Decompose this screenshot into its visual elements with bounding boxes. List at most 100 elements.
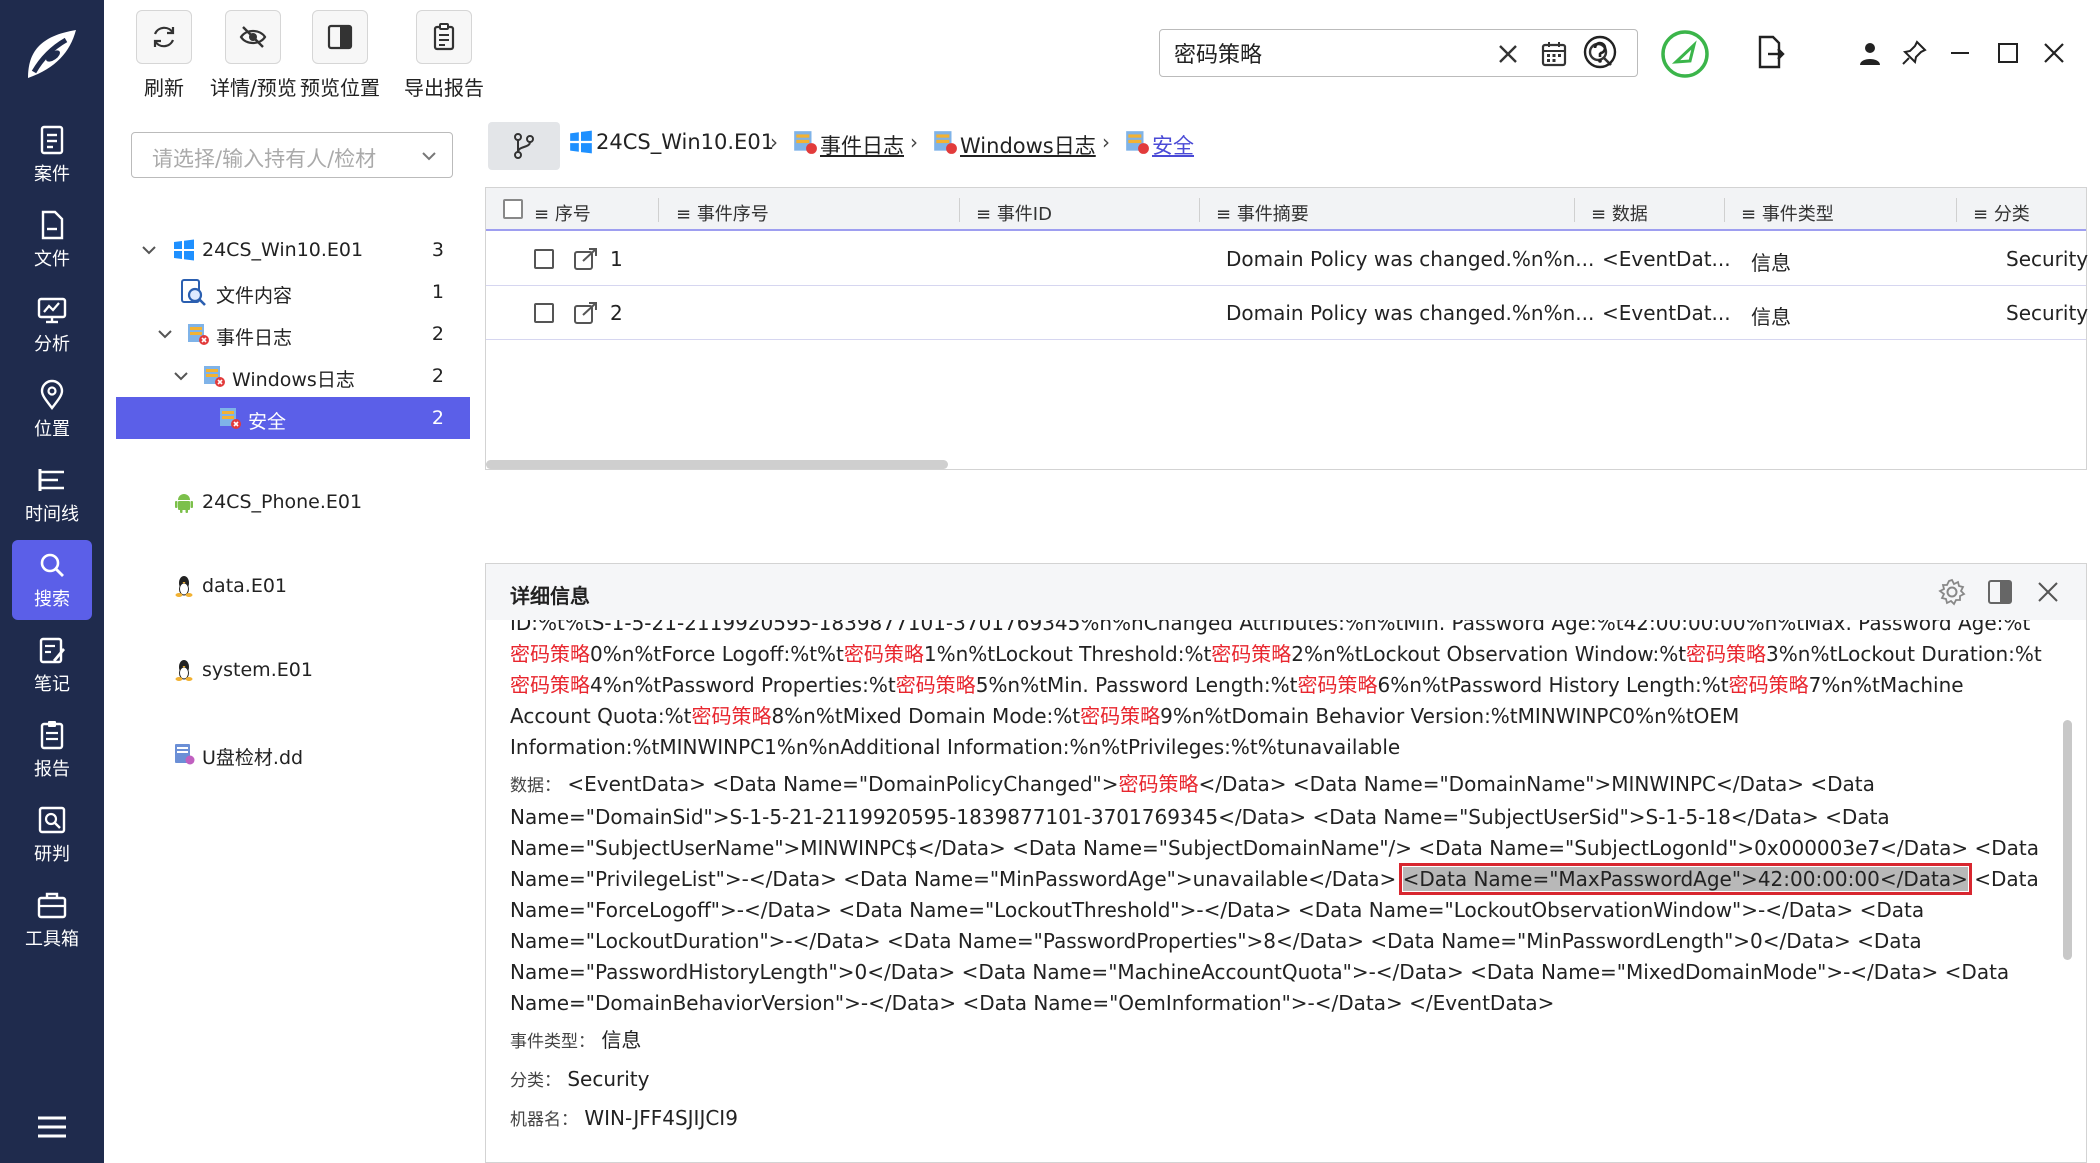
- detail-header: 详细信息: [486, 564, 2086, 620]
- row-checkbox[interactable]: [534, 303, 554, 323]
- tree-item-file-content[interactable]: 文件内容 1: [116, 271, 470, 313]
- table-row[interactable]: 2 Domain Policy was changed.%n%n... <Eve…: [486, 287, 2088, 340]
- column-divider[interactable]: [1956, 198, 1957, 222]
- export-file-icon[interactable]: [1752, 34, 1788, 70]
- detail-preview-label: 详情/预览: [210, 76, 297, 100]
- column-header[interactable]: ≡ 序号: [534, 200, 591, 226]
- column-header[interactable]: ≡ 事件ID: [976, 200, 1052, 226]
- user-icon[interactable]: [1856, 39, 1884, 67]
- nav-item-file[interactable]: 文件: [12, 200, 92, 280]
- tree-item-count: 2: [431, 365, 444, 387]
- row-data: <EventDat...: [1602, 247, 1731, 271]
- preview-position-button[interactable]: 预览位置: [300, 10, 380, 101]
- row-data: <EventDat...: [1602, 301, 1731, 325]
- row-index: 2: [610, 301, 623, 325]
- nav-item-judge[interactable]: 研判: [12, 795, 92, 875]
- close-icon[interactable]: [2034, 578, 2062, 606]
- panel-layout-icon[interactable]: [1986, 578, 2014, 606]
- nav-item-label: 工具箱: [25, 929, 79, 950]
- tree-item-usb-image[interactable]: U盘检材.dd: [116, 733, 470, 775]
- detail-preview-button[interactable]: 详情/预览: [210, 10, 297, 101]
- maximize-icon[interactable]: [1994, 39, 2022, 67]
- open-external-icon[interactable]: [572, 299, 600, 327]
- row-summary: Domain Policy was changed.%n%n...: [1226, 301, 1595, 325]
- judge-icon: [38, 806, 66, 834]
- chevron-down-icon[interactable]: [140, 241, 158, 259]
- vertical-scrollbar[interactable]: [2063, 720, 2072, 960]
- report-icon: [40, 721, 64, 750]
- tree-item-system[interactable]: system.E01: [116, 649, 470, 691]
- nav-item-toolbox[interactable]: 工具箱: [12, 880, 92, 960]
- export-report-button[interactable]: 导出报告: [404, 10, 484, 101]
- hamburger-menu-icon[interactable]: [36, 1115, 68, 1139]
- column-header[interactable]: ≡ 事件序号: [676, 200, 769, 226]
- tree-item-24cs-phone[interactable]: 24CS_Phone.E01: [116, 481, 470, 523]
- refresh-button[interactable]: 刷新: [136, 10, 192, 101]
- row-category: Security: [2006, 247, 2089, 271]
- refresh-label: 刷新: [144, 76, 184, 100]
- horizontal-scrollbar[interactable]: [486, 460, 948, 469]
- row-type: 信息: [1751, 251, 1791, 275]
- nav-item-location[interactable]: 位置: [12, 370, 92, 450]
- nav-item-report[interactable]: 报告: [12, 710, 92, 790]
- row-checkbox[interactable]: [534, 249, 554, 269]
- category-field: 分类： Security: [510, 1067, 650, 1091]
- branch-toggle-button[interactable]: [488, 122, 560, 170]
- nav-item-case[interactable]: 案件: [12, 115, 92, 195]
- chevron-down-icon[interactable]: [172, 367, 190, 385]
- event-type-field: 事件类型： 信息: [510, 1028, 642, 1052]
- nav-item-label: 分析: [34, 334, 70, 355]
- column-header[interactable]: ≡ 分类: [1973, 200, 2030, 226]
- breadcrumb-item[interactable]: 安全: [1152, 130, 1194, 160]
- clear-icon[interactable]: [1494, 40, 1522, 68]
- calendar-icon[interactable]: [1540, 40, 1568, 68]
- holder-select[interactable]: 请选择/输入持有人/检材: [131, 132, 453, 178]
- detail-scroll-area[interactable]: ID:%t%tS-1-5-21-2119920595-1839877101-37…: [486, 620, 2086, 1163]
- breadcrumb-separator: ›: [770, 130, 778, 154]
- tree-item-count: 3: [431, 239, 444, 261]
- minimize-icon[interactable]: [1946, 39, 1974, 67]
- tree-item-label: Windows日志: [232, 369, 355, 391]
- close-icon[interactable]: [2040, 39, 2068, 67]
- column-divider[interactable]: [1724, 198, 1725, 222]
- timeline-icon: [38, 469, 64, 491]
- column-divider[interactable]: [1199, 198, 1200, 222]
- breadcrumb-item[interactable]: Windows日志: [960, 130, 1096, 160]
- breadcrumb-separator: ›: [910, 130, 918, 154]
- help-icon[interactable]: [1582, 34, 1618, 70]
- nav-item-analysis[interactable]: 分析: [12, 285, 92, 365]
- pin-icon[interactable]: [1900, 39, 1928, 67]
- nav-item-label: 案件: [34, 164, 70, 185]
- search-input[interactable]: [1174, 38, 1494, 68]
- column-header[interactable]: ≡ 事件类型: [1741, 200, 1834, 226]
- refresh-icon: [153, 26, 175, 48]
- status-leaf-icon[interactable]: [1660, 29, 1710, 79]
- nav-item-label: 搜索: [34, 589, 70, 610]
- nav-item-label: 文件: [34, 249, 70, 270]
- nav-item-label: 位置: [34, 419, 70, 440]
- nav-item-timeline[interactable]: 时间线: [12, 455, 92, 535]
- breadcrumb-item[interactable]: 24CS_Win10.E01: [596, 130, 774, 154]
- column-divider[interactable]: [1574, 198, 1575, 222]
- tree-item-windows-log[interactable]: Windows日志 2: [116, 355, 470, 397]
- eye-off-icon: [240, 26, 267, 48]
- chevron-down-icon[interactable]: [156, 325, 174, 343]
- tree-item-event-log[interactable]: 事件日志 2: [116, 313, 470, 355]
- tree-item-data[interactable]: data.E01: [116, 565, 470, 607]
- column-header[interactable]: ≡ 数据: [1591, 200, 1648, 226]
- column-header[interactable]: ≡ 事件摘要: [1216, 200, 1309, 226]
- nav-item-note[interactable]: 笔记: [12, 625, 92, 705]
- tree-item-24cs-win10[interactable]: 24CS_Win10.E01 3: [116, 229, 470, 271]
- table-row[interactable]: 1 Domain Policy was changed.%n%n... <Eve…: [486, 233, 2089, 286]
- table-header: ≡ 序号 ≡ 事件序号 ≡ 事件ID ≡ 事件摘要 ≡ 数据 ≡ 事件类型 ≡ …: [486, 188, 2086, 231]
- tree-item-label: U盘检材.dd: [202, 747, 304, 769]
- breadcrumb-item[interactable]: 事件日志: [820, 130, 904, 160]
- nav-item-search[interactable]: 搜索: [12, 540, 92, 620]
- panel-layout-icon: [327, 24, 353, 50]
- column-divider[interactable]: [658, 198, 659, 222]
- gear-icon[interactable]: [1938, 578, 1966, 606]
- tree-item-security[interactable]: 安全 2: [116, 397, 470, 439]
- open-external-icon[interactable]: [572, 245, 600, 273]
- column-divider[interactable]: [959, 198, 960, 222]
- select-all-checkbox[interactable]: [503, 199, 523, 219]
